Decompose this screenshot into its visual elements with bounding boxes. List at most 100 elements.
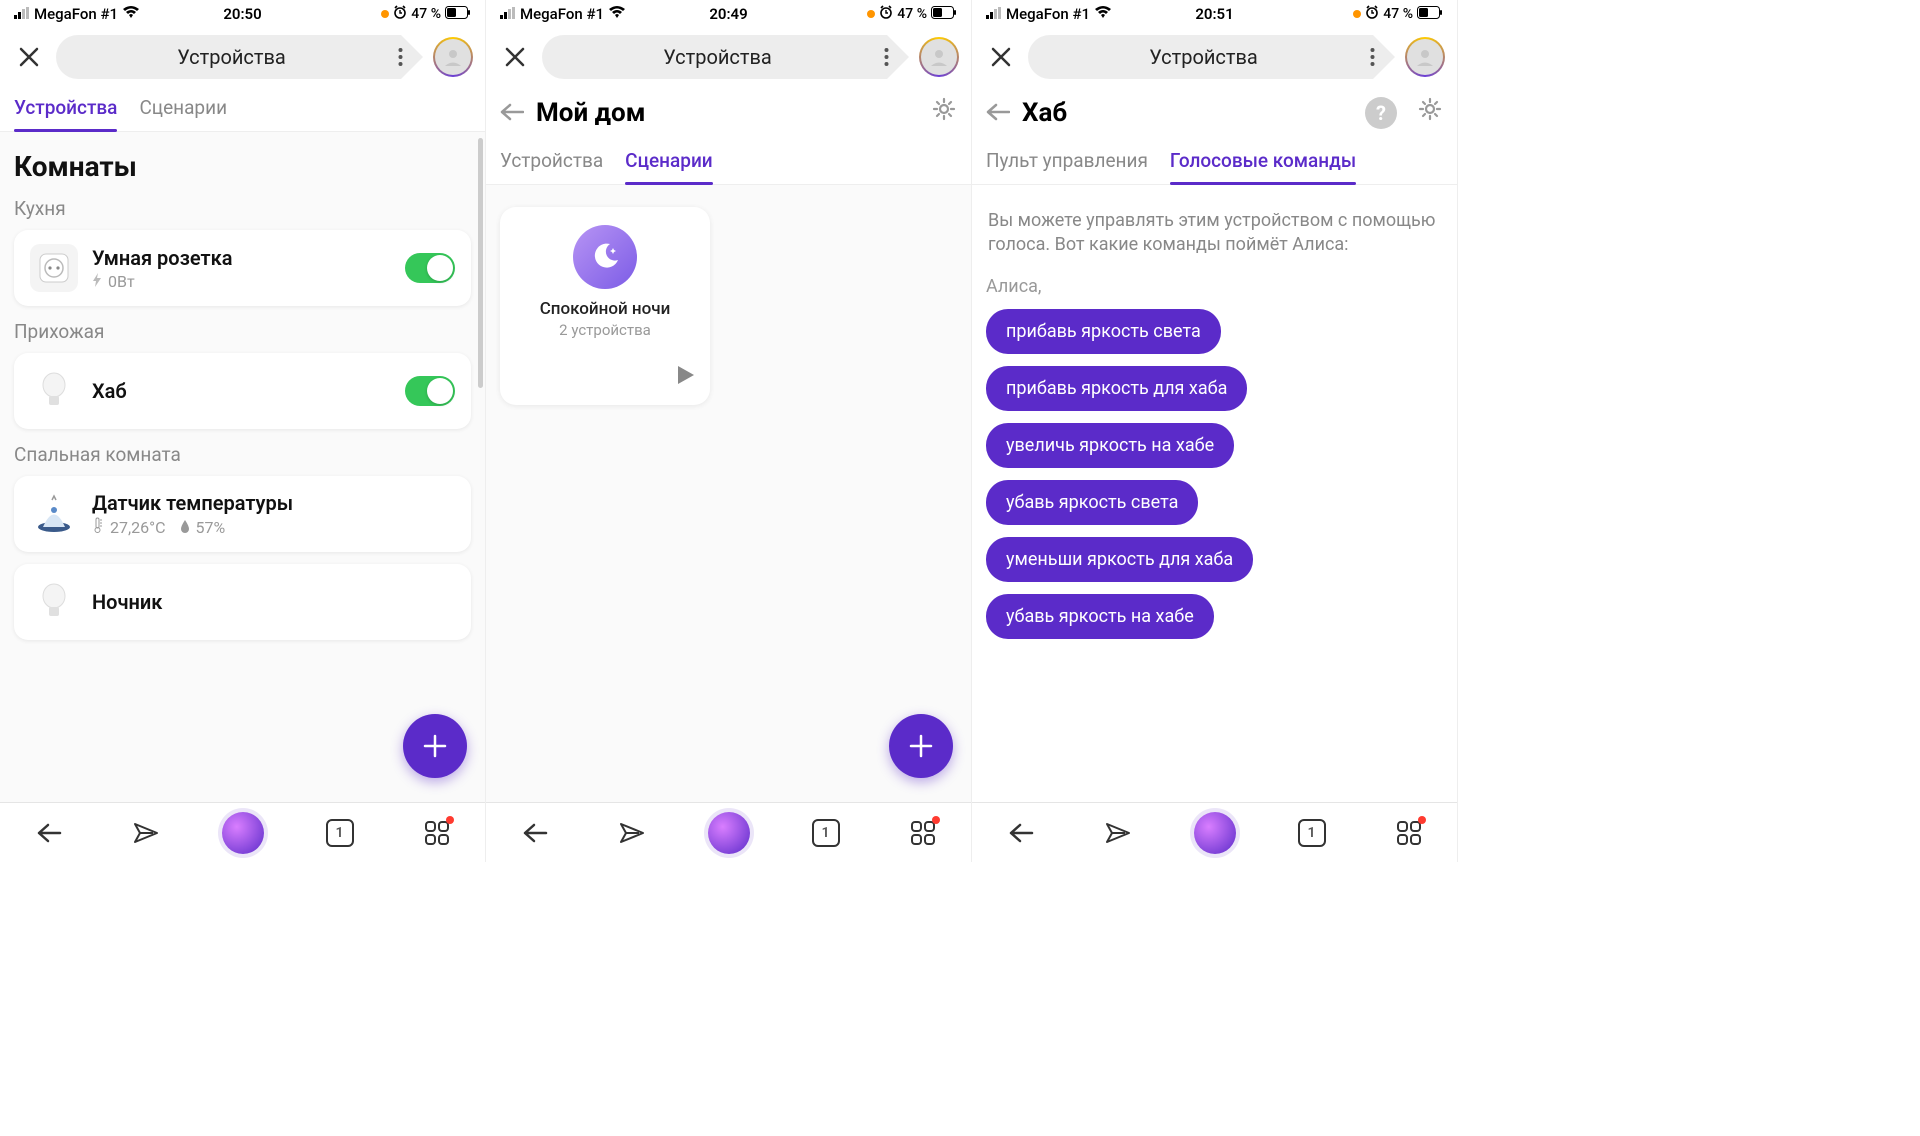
nav-alice-icon[interactable]	[708, 812, 750, 854]
voice-command-chip[interactable]: прибавь яркость света	[986, 309, 1221, 354]
toggle-switch[interactable]	[405, 376, 455, 406]
voice-command-chip[interactable]: увеличь яркость на хабе	[986, 423, 1234, 468]
back-arrow-icon[interactable]	[500, 99, 524, 127]
device-card-hub[interactable]: Хаб	[14, 353, 471, 429]
title-pill[interactable]: Устройства	[56, 35, 423, 79]
command-list: прибавь яркость света прибавь яркость дл…	[986, 309, 1443, 651]
nav-tabs-icon[interactable]: 1	[319, 812, 361, 854]
status-bar: MegaFon #1 20:51 47 %	[972, 0, 1457, 28]
back-title: Хаб	[1022, 98, 1353, 128]
nav-apps-icon[interactable]	[416, 812, 458, 854]
nav-apps-icon[interactable]	[1388, 812, 1430, 854]
scrollbar[interactable]	[478, 138, 483, 388]
tab-scenarios[interactable]: Сценарии	[139, 86, 227, 131]
device-card-socket[interactable]: Умная розетка 0Вт	[14, 230, 471, 306]
nav-back-icon[interactable]	[514, 812, 556, 854]
wifi-icon	[608, 5, 626, 23]
signal-icon	[14, 5, 30, 23]
close-button[interactable]	[12, 40, 46, 74]
notification-dot	[1418, 816, 1426, 824]
device-temp: 27,26°C	[110, 518, 166, 537]
notification-dot	[932, 816, 940, 824]
battery-icon	[1417, 6, 1443, 23]
scenario-sub: 2 устройства	[559, 321, 651, 339]
help-icon[interactable]: ?	[1365, 97, 1397, 129]
toggle-switch[interactable]	[405, 253, 455, 283]
nav-send-icon[interactable]	[125, 812, 167, 854]
more-icon[interactable]	[1357, 47, 1387, 67]
battery-label: 47 %	[897, 6, 927, 22]
back-arrow-icon[interactable]	[986, 99, 1010, 127]
status-bar: MegaFon #1 20:50 47 %	[0, 0, 485, 28]
tab-voice[interactable]: Голосовые команды	[1170, 139, 1356, 184]
voice-command-chip[interactable]: прибавь яркость для хаба	[986, 366, 1247, 411]
avatar[interactable]	[919, 37, 959, 77]
carrier-label: MegaFon #1	[1006, 5, 1090, 23]
room-label-kitchen: Кухня	[14, 197, 471, 220]
room-label-bedroom: Спальная комната	[14, 443, 471, 466]
gear-icon[interactable]	[1417, 96, 1443, 129]
more-icon[interactable]	[871, 47, 901, 67]
device-name: Ночник	[92, 590, 455, 614]
status-time: 20:51	[1195, 5, 1233, 23]
nav-apps-icon[interactable]	[902, 812, 944, 854]
tab-devices[interactable]: Устройства	[14, 86, 117, 131]
nav-alice-icon[interactable]	[1194, 812, 1236, 854]
carrier-label: MegaFon #1	[34, 5, 118, 23]
close-button[interactable]	[984, 40, 1018, 74]
thermometer-icon	[92, 517, 104, 537]
battery-icon	[931, 6, 957, 23]
page-title: Устройства	[78, 45, 385, 69]
room-label-hallway: Прихожая	[14, 320, 471, 343]
status-bar: MegaFon #1 20:49 47 %	[486, 0, 971, 28]
status-time: 20:49	[709, 5, 747, 23]
device-card-nightlight[interactable]: Ночник	[14, 564, 471, 640]
scenario-card[interactable]: Спокойной ночи 2 устройства	[500, 207, 710, 405]
title-pill[interactable]: Устройства	[542, 35, 909, 79]
avatar[interactable]	[433, 37, 473, 77]
screen-scenarios: MegaFon #1 20:49 47 % Устройства Мой дом…	[486, 0, 972, 862]
alarm-icon	[1365, 5, 1379, 23]
alarm-icon	[879, 5, 893, 23]
carrier-label: MegaFon #1	[520, 5, 604, 23]
more-icon[interactable]	[385, 47, 415, 67]
play-icon[interactable]	[676, 363, 696, 393]
socket-icon	[30, 244, 78, 292]
recording-dot-icon	[867, 10, 875, 18]
back-title: Мой дом	[536, 98, 919, 128]
sensor-icon	[30, 490, 78, 538]
content: Комнаты Кухня Умная розетка 0Вт Прихожая…	[0, 132, 485, 802]
title-pill[interactable]: Устройства	[1028, 35, 1395, 79]
voice-command-chip[interactable]: уменьши яркость для хаба	[986, 537, 1253, 582]
tab-remote[interactable]: Пульт управления	[986, 139, 1148, 184]
close-button[interactable]	[498, 40, 532, 74]
bottom-nav: 1	[486, 802, 971, 862]
device-humidity: 57%	[196, 518, 226, 537]
nav-back-icon[interactable]	[1000, 812, 1042, 854]
device-name: Датчик температуры	[92, 491, 455, 515]
nav-send-icon[interactable]	[1097, 812, 1139, 854]
voice-command-chip[interactable]: убавь яркость на хабе	[986, 594, 1214, 639]
back-row: Мой дом	[486, 86, 971, 139]
device-card-sensor[interactable]: Датчик температуры 27,26°C 57%	[14, 476, 471, 552]
voice-command-chip[interactable]: убавь яркость света	[986, 480, 1198, 525]
avatar[interactable]	[1405, 37, 1445, 77]
signal-icon	[500, 5, 516, 23]
page-title: Устройства	[564, 45, 871, 69]
section-title: Комнаты	[14, 150, 471, 183]
nav-tabs-icon[interactable]: 1	[805, 812, 847, 854]
nav-back-icon[interactable]	[28, 812, 70, 854]
page-title: Устройства	[1050, 45, 1357, 69]
gear-icon[interactable]	[931, 96, 957, 129]
signal-icon	[986, 5, 1002, 23]
device-name: Умная розетка	[92, 246, 391, 270]
tab-scenarios[interactable]: Сценарии	[625, 139, 712, 184]
nav-alice-icon[interactable]	[222, 812, 264, 854]
nav-tabs-icon[interactable]: 1	[1291, 812, 1333, 854]
nav-send-icon[interactable]	[611, 812, 653, 854]
add-button[interactable]	[403, 714, 467, 778]
tab-devices[interactable]: Устройства	[500, 139, 603, 184]
battery-label: 47 %	[1383, 6, 1413, 22]
add-button[interactable]	[889, 714, 953, 778]
bulb-icon	[30, 578, 78, 626]
